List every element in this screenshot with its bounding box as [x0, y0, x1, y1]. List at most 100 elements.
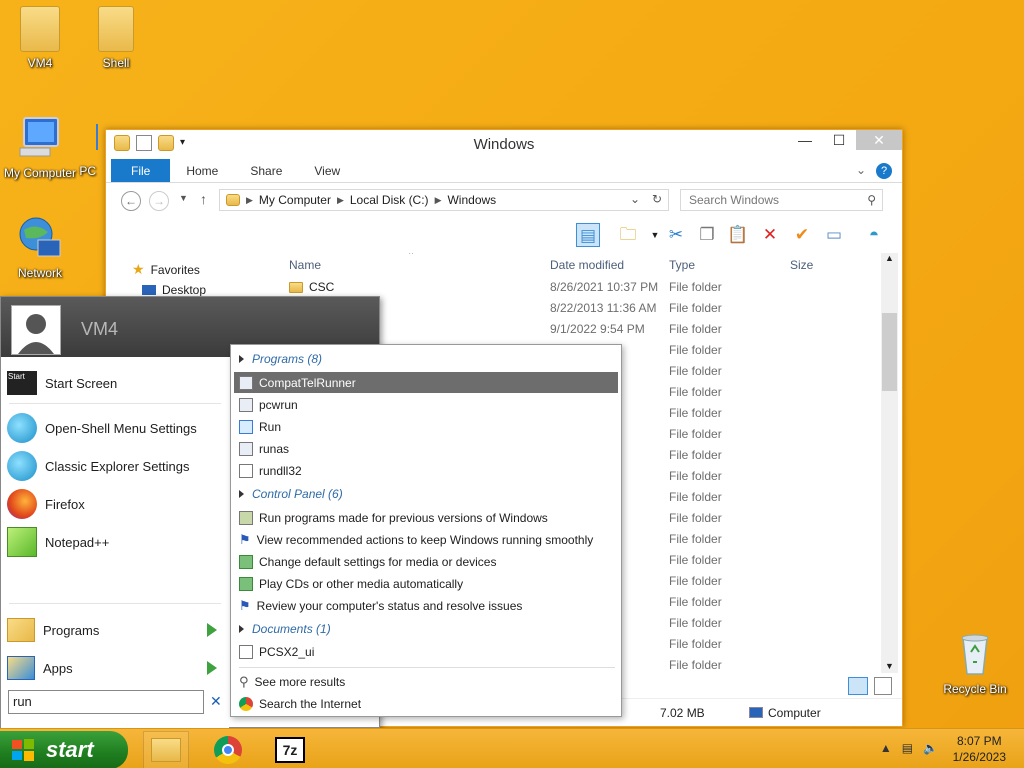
start-label: start	[46, 737, 94, 762]
folder-options-icon[interactable]: 🗀	[616, 223, 640, 247]
vertical-scrollbar[interactable]: ▲ ▼	[881, 253, 898, 673]
desktop-icon-network[interactable]: Network	[0, 214, 80, 280]
tab-home[interactable]: Home	[170, 159, 234, 182]
apps-icon	[7, 656, 35, 680]
see-more-results[interactable]: ⚲ See more results	[234, 671, 618, 692]
refresh-icon[interactable]: ↻	[652, 192, 662, 206]
taskbar-explorer[interactable]	[143, 731, 189, 768]
submenu-arrow-icon	[207, 661, 217, 675]
expand-ribbon-icon[interactable]: ⌄	[856, 163, 866, 179]
window-titlebar[interactable]: ▾ Windows — ☐ ✕	[106, 130, 902, 159]
scroll-down-icon[interactable]: ▼	[885, 661, 894, 671]
desktop-icon-recycle-bin[interactable]: Recycle Bin	[935, 630, 1015, 696]
close-button[interactable]: ✕	[856, 130, 902, 150]
result-item[interactable]: ⚑ Review your computer's status and reso…	[234, 595, 618, 616]
tab-share[interactable]: Share	[234, 159, 298, 182]
clock[interactable]: 8:07 PM 1/26/2023	[953, 733, 1006, 765]
result-item[interactable]: Play CDs or other media automatically	[234, 573, 618, 594]
expand-triangle-icon	[239, 355, 244, 363]
tab-view[interactable]: View	[298, 159, 356, 182]
shell-icon[interactable]: ◓	[862, 223, 886, 247]
window-title: Windows	[473, 136, 535, 153]
start-menu-item-openshell-settings[interactable]: Open-Shell Menu Settings	[7, 412, 197, 444]
start-menu-item-programs[interactable]: Programs	[7, 614, 223, 646]
network-icon[interactable]: ▤	[902, 741, 913, 755]
result-item[interactable]: pcwrun	[234, 394, 618, 415]
scroll-up-icon[interactable]: ▲	[885, 253, 894, 263]
recent-locations-icon[interactable]: ▼	[179, 193, 188, 203]
file-type: File folder	[669, 322, 722, 336]
clear-search-icon[interactable]: ✕	[210, 693, 222, 710]
paste-icon[interactable]: 📋	[726, 223, 750, 247]
result-item[interactable]: Run	[234, 416, 618, 437]
large-icons-view-icon[interactable]	[874, 677, 892, 695]
start-search-input[interactable]: run	[8, 690, 204, 714]
breadcrumb-windows[interactable]: Windows	[447, 193, 496, 207]
result-item[interactable]: runas	[234, 438, 618, 459]
section-header: Documents (1)	[252, 622, 331, 636]
desktop-icon-label: Shell	[102, 56, 130, 70]
start-menu-item-firefox[interactable]: Firefox	[7, 488, 85, 520]
nav-favorites[interactable]: ★ Favorites	[132, 261, 200, 278]
start-menu-item-classic-explorer[interactable]: Classic Explorer Settings	[7, 450, 190, 482]
navigation-pane-icon[interactable]: ▤	[576, 223, 600, 247]
user-avatar-icon[interactable]	[11, 305, 61, 355]
results-section-programs[interactable]: Programs (8)	[239, 352, 322, 366]
column-date-modified[interactable]: Date modified	[550, 258, 624, 272]
up-arrow-icon[interactable]: ↑	[200, 191, 207, 207]
scroll-thumb[interactable]	[882, 313, 897, 391]
user-name: VM4	[81, 319, 119, 339]
result-item[interactable]: Change default settings for media or dev…	[234, 551, 618, 572]
start-menu-item-apps[interactable]: Apps	[7, 652, 223, 684]
result-item[interactable]: ⚑ View recommended actions to keep Windo…	[234, 529, 618, 550]
search-input[interactable]: Search Windows ⚲	[680, 189, 883, 211]
desktop-icon-vm4[interactable]: VM4	[0, 6, 80, 70]
result-item[interactable]: CompatTelRunner	[234, 372, 618, 393]
flag-icon: ⚑	[239, 531, 251, 547]
column-size[interactable]: Size	[790, 258, 813, 272]
file-type: File folder	[669, 574, 722, 588]
results-section-control-panel[interactable]: Control Panel (6)	[239, 487, 343, 501]
result-item[interactable]: PCSX2_ui	[234, 641, 618, 662]
help-icon[interactable]: ?	[876, 163, 892, 179]
result-item[interactable]: Run programs made for previous versions …	[234, 507, 618, 528]
taskbar: start 7z ▲ ▤ 🔈 8:07 PM 1/26/2023	[0, 728, 1024, 768]
maximize-button[interactable]: ☐	[822, 130, 856, 150]
breadcrumb-local-disk[interactable]: Local Disk (C:)	[350, 193, 429, 207]
start-menu-item-start-screen[interactable]: Start Start Screen	[7, 367, 117, 399]
start-menu-item-notepadpp[interactable]: Notepad++	[7, 526, 109, 558]
search-the-internet[interactable]: Search the Internet	[234, 693, 618, 714]
divider	[239, 667, 615, 668]
rename-icon[interactable]: ▭	[822, 223, 846, 247]
start-menu-item-label: Classic Explorer Settings	[45, 458, 190, 474]
copy-icon[interactable]: ❐	[695, 223, 719, 247]
details-view-icon[interactable]	[848, 677, 868, 695]
taskbar-7zip[interactable]: 7z	[267, 731, 313, 768]
table-row[interactable]: CSC 8/26/2021 10:37 PM File folder	[269, 277, 869, 298]
address-bar[interactable]: ▶ My Computer ▶ Local Disk (C:) ▶ Window…	[219, 189, 669, 211]
results-section-documents[interactable]: Documents (1)	[239, 622, 331, 636]
computer-small-icon	[749, 707, 763, 718]
show-hidden-icons-icon[interactable]: ▲	[880, 741, 892, 755]
start-button[interactable]: start	[0, 731, 128, 768]
minimize-button[interactable]: —	[788, 130, 822, 150]
tab-file[interactable]: File	[111, 159, 171, 182]
check-icon[interactable]: ✔	[790, 223, 814, 247]
column-type[interactable]: Type	[669, 258, 695, 272]
address-dropdown-icon[interactable]: ⌄	[630, 192, 640, 206]
section-header: Control Panel (6)	[252, 487, 343, 501]
volume-icon[interactable]: 🔈	[923, 741, 938, 755]
back-button[interactable]: ←	[121, 191, 141, 211]
desktop-icon-shell[interactable]: Shell	[76, 6, 156, 70]
forward-button[interactable]: →	[149, 191, 169, 211]
breadcrumb-my-computer[interactable]: My Computer	[259, 193, 331, 207]
result-label: Play CDs or other media automatically	[259, 576, 464, 591]
desktop-icon-pc[interactable]: PC	[58, 120, 98, 178]
result-item[interactable]: rundll32	[234, 460, 618, 481]
nav-desktop[interactable]: Desktop	[142, 283, 206, 297]
delete-icon[interactable]: ✕	[758, 223, 782, 247]
cut-icon[interactable]: ✂	[664, 223, 688, 247]
taskbar-chrome[interactable]	[205, 731, 251, 768]
desktop-icon	[142, 285, 156, 295]
column-name[interactable]: Name	[289, 258, 321, 272]
